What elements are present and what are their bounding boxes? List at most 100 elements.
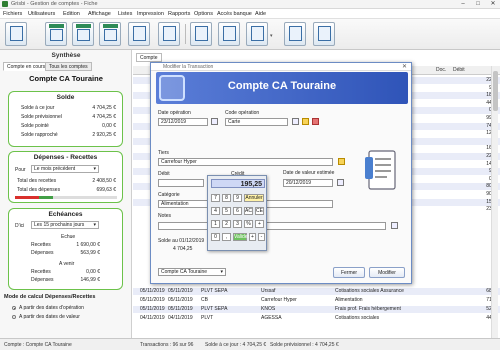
calc-key-plus[interactable]: + (255, 220, 264, 228)
calc-key-ac[interactable]: AC (244, 207, 253, 215)
close-window-button[interactable]: ✕ (486, 0, 500, 9)
close-icon[interactable]: ✕ (402, 63, 407, 70)
clip-icon[interactable] (312, 118, 319, 125)
calc-key-valider[interactable]: Valider (233, 233, 249, 241)
tab-compte-en-cours[interactable]: Compte en cours (3, 62, 50, 71)
tiers-input[interactable]: Carrefour Hyper (158, 158, 333, 166)
dici-label: D'ici (15, 223, 25, 229)
menu-aide[interactable]: Aide (255, 11, 266, 17)
scrollbar-thumb[interactable] (493, 71, 498, 111)
notes-input[interactable] (158, 222, 386, 230)
new-transaction-button[interactable] (45, 22, 67, 46)
calc-key-minus[interactable]: - (258, 233, 265, 241)
attachment-icon[interactable] (391, 222, 398, 229)
calc-key-annuler[interactable]: Annuler (244, 194, 264, 202)
bar-icon (76, 24, 91, 28)
accounts-button[interactable] (5, 22, 27, 46)
menu-edition[interactable]: Edition (63, 11, 80, 17)
table-row[interactable]: 05/11/2019 05/11/2019 PLVT SEPA KNOS Frais p… (133, 306, 500, 313)
menu-listes[interactable]: Listes (118, 11, 132, 17)
calc-key-plus-2[interactable]: + (249, 233, 256, 241)
column-doc[interactable]: Doc. (436, 67, 446, 73)
calendar-icon[interactable] (337, 179, 344, 186)
menu-options[interactable]: Options (194, 11, 213, 17)
status-solde-previsionnel: Solde prévisionnel : 4 704,25 € (270, 342, 339, 348)
tab-tous-les-comptes[interactable]: Tous les comptes (45, 62, 92, 71)
reconcile-button[interactable] (218, 22, 240, 46)
calculator-popup: 195,25 7 8 9 Annuler 4 5 6 AC CE 1 2 3 %… (207, 175, 267, 251)
menu-affichage[interactable]: Affichage (88, 11, 111, 17)
edit-transaction-button[interactable] (72, 22, 94, 46)
menu-impression[interactable]: Impression (137, 11, 164, 17)
table-row[interactable]: 04/11/2019 04/11/2019 PLVT AGESSA Cotisation… (133, 315, 500, 322)
maximize-button[interactable]: □ (471, 0, 485, 9)
calc-key-7[interactable]: 7 (211, 194, 220, 202)
table-row[interactable]: 05/11/2019 05/11/2019 PLVT SEPA Urssaf Cotis… (133, 288, 500, 295)
echeances-period-select[interactable]: Les 15 prochains jours ▾ (31, 221, 99, 229)
solde-rapproche-label: Solde rapproché (21, 132, 58, 138)
radio-dates-operation[interactable] (12, 306, 16, 310)
categorie-cell: Cotisations sociales (335, 315, 380, 321)
calc-key-0[interactable]: 0 (211, 233, 220, 241)
transactions-scrollbar[interactable] (491, 66, 498, 338)
calc-key-1[interactable]: 1 (211, 220, 220, 228)
code-operation-select[interactable]: Carte (225, 118, 288, 126)
avenir-recettes-label: Recettes (31, 269, 51, 275)
schedule-button[interactable] (158, 22, 180, 46)
edit-icon[interactable] (292, 118, 299, 125)
calculator-display: 195,25 (211, 179, 265, 188)
solde-pointe-label: Solde pointé (21, 123, 49, 129)
calc-key-4[interactable]: 4 (211, 207, 220, 215)
calc-key-6[interactable]: 6 (233, 207, 242, 215)
calc-key-ce[interactable]: CE (255, 207, 264, 215)
calc-key-2[interactable]: 2 (222, 220, 231, 228)
calc-key-percent[interactable]: % (244, 220, 253, 228)
menu-rapports[interactable]: Rapports (168, 11, 190, 17)
calc-key-3[interactable]: 3 (233, 220, 242, 228)
date-valeur-input[interactable]: 20/12/2019 (283, 179, 333, 187)
debit-input[interactable] (158, 179, 204, 187)
table-row[interactable]: 05/11/2019 05/11/2019 CB Carrefour Hyper Ali… (133, 297, 500, 304)
search-button[interactable] (128, 22, 150, 46)
folder-icon[interactable] (302, 118, 309, 125)
report-button[interactable] (190, 22, 212, 46)
column-debit[interactable]: Débit (453, 67, 465, 73)
compte-select[interactable]: Compte CA Touraine ▾ (158, 268, 226, 276)
avenir-label: A venir (59, 261, 75, 267)
bar-icon (49, 24, 64, 28)
summary-sidebar: Synthèse Compte en cours Tous les compte… (0, 50, 132, 338)
date-operation-input[interactable]: 23/12/2019 (158, 118, 208, 126)
date-cell: 04/11/2019 (140, 315, 165, 321)
menu-fichiers[interactable]: Fichiers (3, 11, 22, 17)
radio-dates-valeur[interactable] (12, 315, 16, 319)
echue-recettes-value: 1 690,00 € (76, 242, 100, 248)
menu-utilisateurs[interactable]: Utilisateurs (28, 11, 55, 17)
toolbar-dropdown-icon[interactable]: ▾ (270, 33, 273, 39)
schedule-icon (163, 26, 176, 41)
calc-key-comma[interactable]: , (222, 233, 231, 241)
edit-transaction-dialog: Modifier la Transaction ✕ Compte CA Tour… (150, 62, 412, 284)
depenses-recettes-panel: Dépenses - Recettes Pour Le mois précéde… (8, 151, 123, 203)
tiers-lookup-icon[interactable] (338, 158, 345, 165)
calculator-button[interactable] (246, 22, 268, 46)
help-button[interactable] (313, 22, 335, 46)
period-select[interactable]: Le mois précédent ▾ (31, 165, 99, 173)
balance-bar-green (39, 196, 53, 199)
delete-transaction-button[interactable] (99, 22, 121, 46)
fermer-button[interactable]: Fermer (333, 267, 365, 278)
echue-depenses-value: 563,99 € (80, 250, 100, 256)
minimize-button[interactable]: – (456, 0, 470, 9)
modifier-button[interactable]: Modifier (369, 267, 405, 278)
tab-compte[interactable]: Compte (136, 53, 162, 62)
tiers-cell: Urssaf (261, 288, 276, 294)
type-cell: PLVT SEPA (201, 288, 228, 294)
menu-acces-banque[interactable]: Accès banque (217, 11, 252, 17)
calc-key-8[interactable]: 8 (222, 194, 231, 202)
calc-key-5[interactable]: 5 (222, 207, 231, 215)
calendar-icon[interactable] (211, 118, 218, 125)
solde-date-label: Solde au 01/12/2019 (158, 238, 205, 244)
calc-key-9[interactable]: 9 (233, 194, 242, 202)
bank-button[interactable] (284, 22, 306, 46)
date-cell: 05/11/2019 (140, 288, 165, 294)
account-title: Compte CA Touraine (29, 74, 103, 83)
